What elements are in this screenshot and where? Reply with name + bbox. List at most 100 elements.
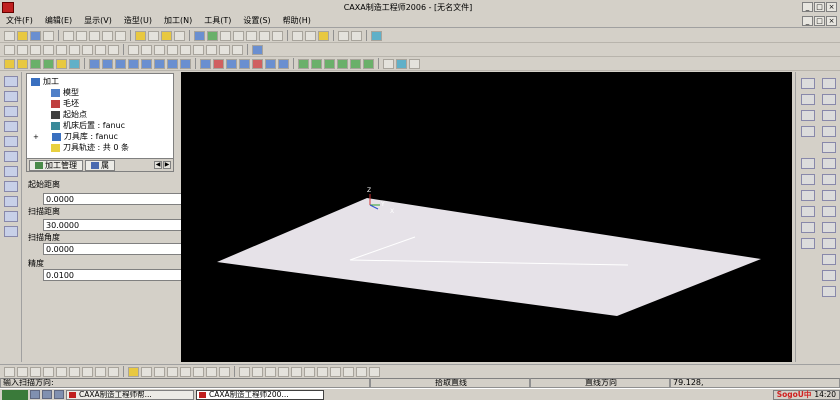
sketch-icon[interactable]: [4, 91, 18, 102]
start-distance-input[interactable]: [43, 193, 197, 205]
view-tool-6-icon[interactable]: [193, 44, 204, 55]
point-tool-icon[interactable]: [822, 206, 836, 217]
feature-19-icon[interactable]: [252, 58, 263, 69]
view-tool-2-icon[interactable]: [141, 44, 152, 55]
measure-icon[interactable]: [371, 30, 382, 41]
view-tool-1-icon[interactable]: [128, 44, 139, 55]
feature-28-icon[interactable]: [383, 58, 394, 69]
feature-23-icon[interactable]: [311, 58, 322, 69]
copy-icon[interactable]: [76, 30, 87, 41]
feature-2-icon[interactable]: [17, 58, 28, 69]
feature-6-icon[interactable]: [69, 58, 80, 69]
tool-a-icon[interactable]: [338, 30, 349, 41]
scan-angle-input[interactable]: [43, 243, 197, 255]
feature-18-icon[interactable]: [239, 58, 250, 69]
menu-machining[interactable]: 加工(N): [158, 15, 198, 26]
tree-item-tool-library[interactable]: + 刀具库 : fanuc: [33, 131, 118, 142]
feature-13-icon[interactable]: [167, 58, 178, 69]
polygon-tool-icon[interactable]: [822, 158, 836, 169]
render-icon[interactable]: [207, 30, 218, 41]
light-icon[interactable]: [135, 30, 146, 41]
curve-tool-9-icon[interactable]: [108, 44, 119, 55]
view-tool-3-icon[interactable]: [154, 44, 165, 55]
edit-tool-1-icon[interactable]: [822, 270, 836, 281]
draw-tool-1-icon[interactable]: [801, 78, 815, 89]
cut-icon[interactable]: [63, 30, 74, 41]
tree-item-blank[interactable]: 毛坯: [51, 98, 79, 109]
view-tool-7-icon[interactable]: [206, 44, 217, 55]
curve-tool-2-icon[interactable]: [17, 44, 28, 55]
hidden-line-icon[interactable]: [305, 30, 316, 41]
feature-29-icon[interactable]: [396, 58, 407, 69]
taskbar-item-caxa[interactable]: CAXA制造工程师200...: [196, 389, 324, 400]
ime-indicator[interactable]: SogoU中: [777, 389, 812, 400]
layer-panel-icon[interactable]: [4, 121, 18, 132]
draw-tool-3-icon[interactable]: [801, 110, 815, 121]
feature-24-icon[interactable]: [324, 58, 335, 69]
print-icon[interactable]: [43, 30, 54, 41]
menu-view[interactable]: 显示(V): [78, 15, 118, 26]
app-icon[interactable]: [2, 1, 14, 13]
feature-1-icon[interactable]: [4, 58, 15, 69]
transform-icon[interactable]: [4, 166, 18, 177]
view-tool-8-icon[interactable]: [219, 44, 230, 55]
draw-tool-8-icon[interactable]: [801, 206, 815, 217]
menu-file[interactable]: 文件(F): [0, 15, 39, 26]
curve-edit-6-icon[interactable]: [304, 366, 315, 377]
surface-tool-3-icon[interactable]: [30, 366, 41, 377]
cube-icon[interactable]: [252, 44, 263, 55]
tab-scroll-right-icon[interactable]: ▶: [163, 161, 171, 169]
view-tool-5-icon[interactable]: [180, 44, 191, 55]
feature-14-icon[interactable]: [180, 58, 191, 69]
draw-tool-7-icon[interactable]: [801, 190, 815, 201]
view-tool-4-icon[interactable]: [167, 44, 178, 55]
trim-icon[interactable]: [4, 151, 18, 162]
array-icon[interactable]: [4, 181, 18, 192]
edit-surface-4-icon[interactable]: [167, 366, 178, 377]
edit-surface-2-icon[interactable]: [141, 366, 152, 377]
curve-tool-6-icon[interactable]: [69, 44, 80, 55]
surface-tool-5-icon[interactable]: [56, 366, 67, 377]
doc-close-button[interactable]: ×: [826, 15, 837, 26]
curve-edit-11-icon[interactable]: [369, 366, 380, 377]
feature-26-icon[interactable]: [350, 58, 361, 69]
draw-tool-2-icon[interactable]: [801, 94, 815, 105]
edit-surface-6-icon[interactable]: [193, 366, 204, 377]
paste-icon[interactable]: [89, 30, 100, 41]
curve-edit-10-icon[interactable]: [356, 366, 367, 377]
close-button[interactable]: ×: [826, 2, 837, 12]
surface-tool-7-icon[interactable]: [82, 366, 93, 377]
viewport-3d[interactable]: Z Y X: [181, 72, 792, 362]
feature-7-icon[interactable]: [89, 58, 100, 69]
curve-edit-4-icon[interactable]: [278, 366, 289, 377]
shade-icon[interactable]: [318, 30, 329, 41]
line-tool-icon[interactable]: [822, 78, 836, 89]
rotate-icon[interactable]: [259, 30, 270, 41]
feature-16-icon[interactable]: [213, 58, 224, 69]
grid-icon[interactable]: [148, 30, 159, 41]
draw-tool-10-icon[interactable]: [801, 238, 815, 249]
edit-surface-8-icon[interactable]: [219, 366, 230, 377]
menu-settings[interactable]: 设置(S): [237, 15, 276, 26]
filter-icon[interactable]: [161, 30, 172, 41]
curve-edit-9-icon[interactable]: [343, 366, 354, 377]
menu-help[interactable]: 帮助(H): [277, 15, 317, 26]
surface-tool-4-icon[interactable]: [43, 366, 54, 377]
edit-surface-5-icon[interactable]: [180, 366, 191, 377]
tree-item-toolpaths[interactable]: 刀具轨迹 : 共 0 条: [51, 142, 129, 153]
draw-tool-4-icon[interactable]: [801, 126, 815, 137]
curve-edit-2-icon[interactable]: [252, 366, 263, 377]
surface-icon[interactable]: [4, 196, 18, 207]
open-file-icon[interactable]: [17, 30, 28, 41]
spline-tool-icon[interactable]: [822, 190, 836, 201]
tree-item-model[interactable]: 模型: [51, 87, 79, 98]
formula-curve-icon[interactable]: [822, 238, 836, 249]
surface-tool-8-icon[interactable]: [95, 366, 106, 377]
taskbar-item-help[interactable]: CAXA制造工程师帮...: [66, 389, 194, 400]
edit-icon[interactable]: [4, 106, 18, 117]
arc-tool-icon[interactable]: [822, 94, 836, 105]
minimize-button[interactable]: _: [802, 2, 813, 12]
layer-icon[interactable]: [174, 30, 185, 41]
start-button[interactable]: [2, 389, 28, 400]
edit-surface-3-icon[interactable]: [154, 366, 165, 377]
